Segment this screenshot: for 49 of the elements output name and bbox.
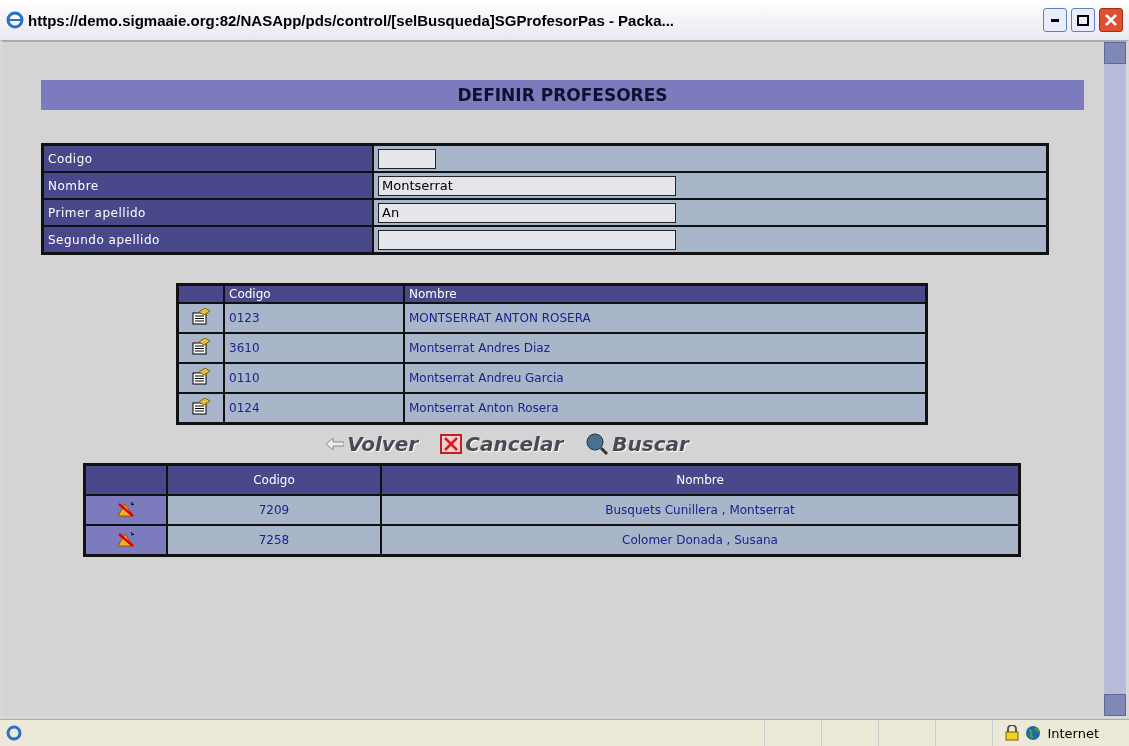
- table-cell: 0110: [224, 363, 404, 393]
- text-field[interactable]: Montserrat: [378, 175, 676, 196]
- table-cell: Montserrat Andreu Garcia: [404, 363, 927, 393]
- close-icon: [1105, 14, 1117, 26]
- column-header: Codigo: [224, 284, 404, 303]
- field-label: Codigo: [42, 144, 373, 172]
- window-title: https://demo.sigmaaie.org:82/NASApp/pds/control/[selBusqueda]SGProfesorPas - Packa...: [28, 11, 675, 29]
- browser-icon: [6, 11, 24, 29]
- edit-record-icon[interactable]: [192, 368, 210, 385]
- back-button[interactable]: Volver: [320, 431, 425, 457]
- column-header: Nombre: [404, 284, 927, 303]
- scrollbar[interactable]: [1104, 42, 1126, 716]
- table-cell: Montserrat Anton Rosera: [404, 393, 927, 424]
- minimize-icon: [1051, 18, 1059, 22]
- table-cell: Montserrat Andres Diaz: [404, 333, 927, 363]
- arrow-left-icon: [326, 438, 345, 450]
- table-cell: Busquets Cunillera , Montserrat: [381, 495, 1020, 525]
- table-cell: 7258: [167, 525, 381, 556]
- cancel-button[interactable]: Cancelar: [434, 431, 570, 457]
- close-button[interactable]: [1099, 8, 1123, 32]
- text-field[interactable]: [378, 148, 436, 169]
- field-label: Primer apellido: [42, 199, 373, 226]
- search-button[interactable]: Buscar: [579, 431, 695, 457]
- field-label: Segundo apellido: [42, 226, 373, 254]
- globe-icon: [1025, 725, 1042, 741]
- table-cell: 0123: [224, 303, 404, 333]
- column-header: Codigo: [167, 464, 381, 495]
- search-icon: [585, 432, 610, 456]
- edit-record-icon[interactable]: [192, 398, 210, 415]
- column-header: Nombre: [381, 464, 1020, 495]
- text-field[interactable]: An: [378, 202, 676, 223]
- zone-label: Internet: [1047, 725, 1099, 741]
- field-label: Nombre: [42, 172, 373, 199]
- table-cell: 3610: [224, 333, 404, 363]
- close-icon: [440, 434, 463, 454]
- maximize-icon: [1077, 14, 1089, 26]
- table-cell: 0124: [224, 393, 404, 424]
- padlock-icon: [1005, 725, 1020, 741]
- text-field[interactable]: [378, 229, 676, 250]
- table-cell: 7209: [167, 495, 381, 525]
- delete-record-icon[interactable]: [116, 530, 136, 547]
- page-title: DEFINIR PROFESORES: [41, 80, 1084, 110]
- table-cell: MONTSERRAT ANTON ROSERA: [404, 303, 927, 333]
- maximize-button[interactable]: [1071, 8, 1095, 32]
- edit-record-icon[interactable]: [192, 308, 210, 325]
- edit-record-icon[interactable]: [192, 338, 210, 355]
- table-cell: Colomer Donada , Susana: [381, 525, 1020, 556]
- minimize-button[interactable]: [1043, 8, 1067, 32]
- delete-record-icon[interactable]: [116, 500, 136, 517]
